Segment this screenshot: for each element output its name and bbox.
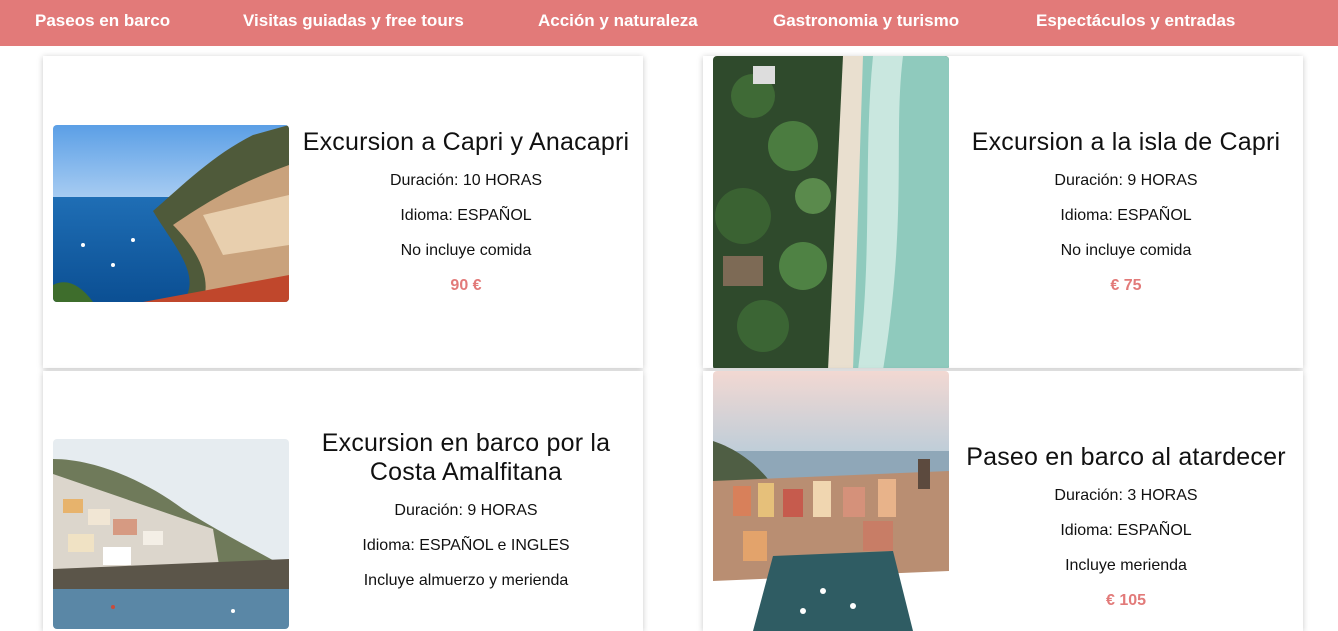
nav-item-paseos-en-barco[interactable]: Paseos en barco <box>35 0 170 42</box>
tour-title[interactable]: Paseo en barco al atardecer <box>949 443 1303 472</box>
tour-info: Paseo en barco al atardecer Duración: 3 … <box>949 443 1303 610</box>
tour-duration: Duración: 9 HORAS <box>394 502 538 519</box>
tour-duration: Duración: 9 HORAS <box>1054 172 1198 189</box>
tour-photo-amalfi-cliffs <box>53 439 289 629</box>
tour-price: € 75 <box>1110 277 1142 294</box>
top-navigation: Paseos en barco Visitas guiadas y free t… <box>0 0 1338 46</box>
tour-photo-positano-coast <box>53 125 289 302</box>
tour-language: Idioma: ESPAÑOL <box>400 207 532 224</box>
tour-card-atardecer[interactable]: Paseo en barco al atardecer Duración: 3 … <box>703 371 1303 631</box>
nav-item-espectaculos[interactable]: Espectáculos y entradas <box>1036 0 1235 42</box>
tour-info: Excursion a Capri y Anacapri Duración: 1… <box>289 128 643 295</box>
tour-food: No incluye comida <box>400 242 532 259</box>
tour-title[interactable]: Excursion a la isla de Capri <box>949 128 1303 157</box>
tour-duration: Duración: 3 HORAS <box>1054 487 1198 504</box>
tour-info: Excursion en barco por la Costa Amalfita… <box>289 429 643 590</box>
tour-card-costa-amalfitana[interactable]: Excursion en barco por la Costa Amalfita… <box>43 371 643 631</box>
tour-language: Idioma: ESPAÑOL e INGLES <box>362 537 570 554</box>
tour-food: Incluye merienda <box>1065 557 1187 574</box>
tour-info: Excursion a la isla de Capri Duración: 9… <box>949 128 1303 295</box>
tour-language: Idioma: ESPAÑOL <box>1060 207 1192 224</box>
nav-item-accion-naturaleza[interactable]: Acción y naturaleza <box>538 0 698 42</box>
nav-item-gastronomia[interactable]: Gastronomia y turismo <box>773 0 959 42</box>
tour-card-isla-capri[interactable]: Excursion a la isla de Capri Duración: 9… <box>703 56 1303 368</box>
tour-title[interactable]: Excursion a Capri y Anacapri <box>289 128 643 157</box>
tour-photo-beach-aerial <box>713 56 949 368</box>
tour-title[interactable]: Excursion en barco por la Costa Amalfita… <box>289 429 643 487</box>
tour-card-capri-anacapri[interactable]: Excursion a Capri y Anacapri Duración: 1… <box>43 56 643 368</box>
nav-item-visitas-guiadas[interactable]: Visitas guiadas y free tours <box>243 0 464 42</box>
tour-food: No incluye comida <box>1060 242 1192 259</box>
tour-price: € 105 <box>1105 592 1147 609</box>
tour-food: Incluye almuerzo y merienda <box>363 572 569 589</box>
tour-price: 90 € <box>450 277 482 294</box>
tour-language: Idioma: ESPAÑOL <box>1060 522 1192 539</box>
tour-duration: Duración: 10 HORAS <box>389 172 543 189</box>
tour-photo-cinque-terre-harbor <box>713 371 949 631</box>
